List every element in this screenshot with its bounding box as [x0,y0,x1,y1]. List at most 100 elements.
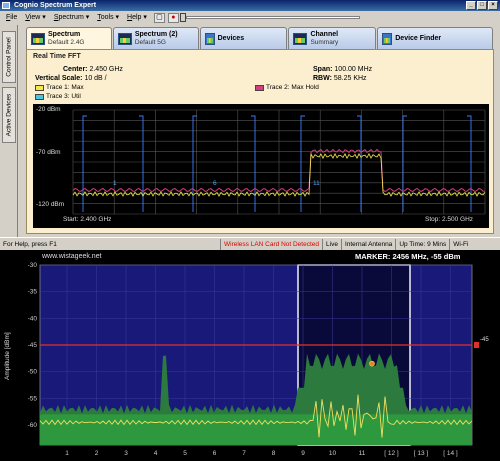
status-help: For Help, press F1 [3,240,57,248]
center-label: Center: [63,66,88,73]
tab-title: Spectrum (2) [134,30,178,38]
fft-channel-1-mark: 1 [113,180,117,187]
graph-x-tick-label: [ 12 ] [384,450,399,457]
fft-plot[interactable]: -20 dBm -70 dBm -120 dBm Start: 2.400 GH… [33,104,489,228]
zoom-slider-thumb[interactable] [180,13,186,22]
legend-trace-2[interactable]: Trace 2: Max Hold [255,84,319,91]
legend-trace-3[interactable]: Trace 3: Util [35,93,81,100]
graph-x-tick-label: 9 [301,450,305,457]
fft-channel-bracket [357,115,362,212]
fft-channel-bracket [251,115,256,212]
center-info: Center: 2.450 GHz [63,66,123,73]
status-wifi: Wi-Fi [449,238,471,250]
fft-title: Real Time FFT [33,53,81,60]
rbw-value: 58.25 KHz [333,75,367,82]
graph-x-tick-label: [ 13 ] [414,450,429,457]
side-panel-tabs: Control Panel Active Devices [0,25,18,237]
close-button[interactable]: × [488,1,498,10]
legend-label: Trace 2: Max Hold [266,84,319,91]
fft-channel-6-mark: 6 [213,180,217,187]
menu-spectrum[interactable]: Spectrum ▾ [50,11,93,25]
span-value: 100.00 MHz [334,66,373,73]
graph-x-tick-label: 6 [213,450,217,457]
tab-title: Device Finder [395,34,442,42]
finder-icon [382,32,393,45]
graph-x-tick-label: [ 14 ] [443,450,458,457]
status-uptime: Up Time: 9 Mins [395,238,449,250]
fft-plot-svg [72,109,486,215]
tab-title: Devices [217,34,245,42]
center-value: 2.450 GHz [89,66,123,73]
fft-channel-bracket [300,115,305,212]
spectrum-expert-window: Cognio Spectrum Expert _ □ × File View ▾… [0,0,500,250]
graph-x-tick-label: 10 [329,450,337,457]
spectrum-icon [31,32,45,45]
minimize-button[interactable]: _ [466,1,476,10]
trace-3-swatch [35,93,44,100]
vscale-info: Vertical Scale: 10 dB / [35,75,107,82]
spectrum-graph: -30 -35 -40 -45 -50 -55 -60 1 2 3 4 5 6 7 8 9 10 11 [ 12 ]… [0,250,500,461]
fft-channel-11-mark: 11 [313,180,320,187]
graph-x-tick-label: 5 [183,450,187,457]
graph-x-tick-label: 4 [154,450,158,457]
tab-subtitle: Default 5G [134,38,166,46]
channel-icon [293,32,308,45]
threshold-handle [474,342,479,348]
status-antenna: Internal Antenna [340,238,395,250]
legend-label: Trace 3: Util [46,93,81,100]
app-icon [2,2,10,9]
tab-spectrum[interactable]: Spectrum Default 2.4G [26,27,112,49]
graph-y-tick-label: -35 [28,289,38,296]
graph-x-tick-label: 1 [65,450,69,457]
main-tabs: Spectrum Default 2.4G Spectrum (2) Default… [26,27,494,49]
side-tab-active-devices[interactable]: Active Devices [2,87,16,143]
tab-subtitle: Summary [310,38,339,46]
vscale-value: 10 dB / [84,75,107,82]
trace-1-swatch [35,84,44,91]
window-title: Cognio Spectrum Expert [14,2,97,9]
tab-device-finder[interactable]: Device Finder [377,27,493,49]
maximize-button[interactable]: □ [477,1,487,10]
span-info: Span: 100.00 MHz [313,66,372,73]
threshold-label: -45 [480,337,489,343]
spectrum-icon [117,32,132,45]
graph-y-tick-label: -55 [28,395,38,402]
menu-file[interactable]: File [2,11,21,25]
graph-y-tick-label: -45 [28,342,38,349]
vscale-label: Vertical Scale: [35,75,83,82]
spectrum-floor-band [40,414,472,445]
side-tab-label: Control Panel [5,37,13,77]
graph-y-axis-label: Amplitude [dBm] [4,332,11,380]
menu-view[interactable]: View ▾ [21,11,50,25]
tab-channel-summary[interactable]: Channel Summary [288,27,377,49]
real-time-fft-panel: Real Time FFT Center: 2.450 GHz Vertical… [26,49,494,234]
capture-icon[interactable]: ▢ [153,13,165,23]
trace-2-swatch [255,84,264,91]
fft-y-label-mid: -70 dBm [36,149,61,156]
title-bar: Cognio Spectrum Expert _ □ × [0,0,500,11]
menu-help[interactable]: Help ▾ [123,11,151,25]
marker-readout: MARKER: 2456 MHz, -55 dBm [355,252,461,261]
graph-y-tick-label: -50 [28,369,38,376]
spectrum-graph-svg: -30 -35 -40 -45 -50 -55 -60 1 2 3 4 5 6 7 8 9 10 11 [ 12 ]… [28,262,479,457]
graph-x-tick-label: 11 [359,450,366,457]
legend-trace-1[interactable]: Trace 1: Max [35,84,84,91]
side-tab-control-panel[interactable]: Control Panel [2,31,16,83]
graph-x-tick-label: 8 [272,450,276,457]
fft-stop-label: Stop: 2.500 GHz [425,216,474,223]
tab-subtitle: Default 2.4G [48,38,85,46]
record-icon[interactable]: ● [167,13,179,23]
tab-devices[interactable]: Devices [199,27,288,49]
status-bar: For Help, press F1 Wireless LAN Card Not… [0,237,500,250]
side-tab-label: Active Devices [5,93,13,137]
menu-tools[interactable]: Tools ▾ [93,11,123,25]
zoom-slider-track[interactable] [186,16,360,19]
span-label: Span: [313,66,333,73]
fft-y-label-top: -20 dBm [36,106,61,113]
marker-dot [369,360,375,367]
graph-x-tick-label: 2 [95,450,99,457]
graph-x-tick-label: 7 [242,450,246,457]
tab-spectrum-2[interactable]: Spectrum (2) Default 5G [112,27,199,49]
status-live: Live [322,238,341,250]
site-label: www.wistageek.net [42,253,102,260]
